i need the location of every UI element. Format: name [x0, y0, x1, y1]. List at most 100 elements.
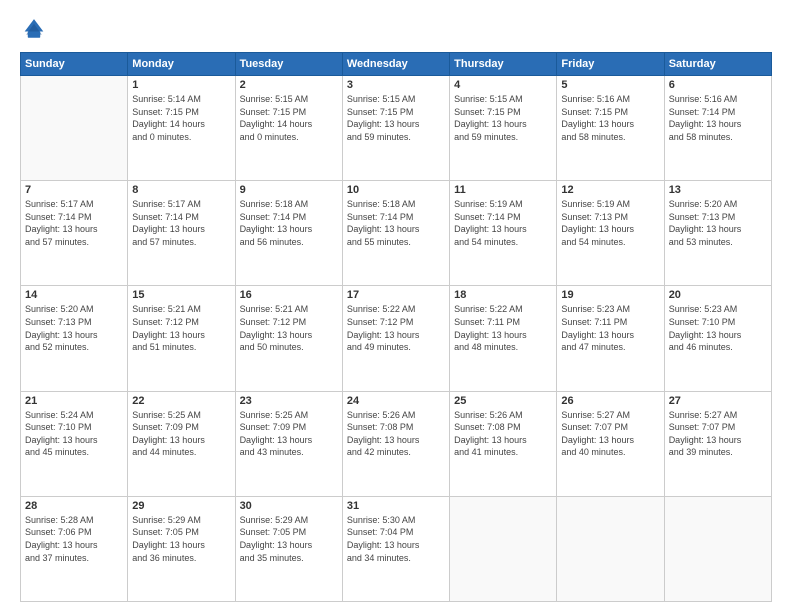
day-cell: 17 Sunrise: 5:22 AM Sunset: 7:12 PM Dayli… — [342, 286, 449, 391]
day-cell: 14 Sunrise: 5:20 AM Sunset: 7:13 PM Dayli… — [21, 286, 128, 391]
day-cell: 1 Sunrise: 5:14 AM Sunset: 7:15 PM Daylig… — [128, 76, 235, 181]
week-row-4: 28 Sunrise: 5:28 AM Sunset: 7:06 PM Dayli… — [21, 496, 772, 601]
day-info: Sunrise: 5:21 AM Sunset: 7:12 PM Dayligh… — [132, 303, 230, 353]
header-cell-thursday: Thursday — [450, 53, 557, 76]
day-info: Sunrise: 5:22 AM Sunset: 7:11 PM Dayligh… — [454, 303, 552, 353]
day-info: Sunrise: 5:25 AM Sunset: 7:09 PM Dayligh… — [240, 409, 338, 459]
day-cell: 19 Sunrise: 5:23 AM Sunset: 7:11 PM Dayli… — [557, 286, 664, 391]
day-number: 7 — [25, 184, 123, 196]
day-number: 21 — [25, 395, 123, 407]
day-info: Sunrise: 5:30 AM Sunset: 7:04 PM Dayligh… — [347, 514, 445, 564]
day-number: 9 — [240, 184, 338, 196]
day-number: 19 — [561, 289, 659, 301]
day-cell: 26Sunrise: 5:27 AM Sunset: 7:07 PM Dayli… — [557, 391, 664, 496]
day-info: Sunrise: 5:23 AM Sunset: 7:11 PM Dayligh… — [561, 303, 659, 353]
header-cell-monday: Monday — [128, 53, 235, 76]
day-info: Sunrise: 5:17 AM Sunset: 7:14 PM Dayligh… — [132, 198, 230, 248]
day-number: 18 — [454, 289, 552, 301]
day-info: Sunrise: 5:26 AM Sunset: 7:08 PM Dayligh… — [454, 409, 552, 459]
day-number: 25 — [454, 395, 552, 407]
day-number: 15 — [132, 289, 230, 301]
day-info: Sunrise: 5:26 AM Sunset: 7:08 PM Dayligh… — [347, 409, 445, 459]
day-cell: 24 Sunrise: 5:26 AM Sunset: 7:08 PM Dayli… — [342, 391, 449, 496]
day-info: Sunrise: 5:17 AM Sunset: 7:14 PM Dayligh… — [25, 198, 123, 248]
day-number: 3 — [347, 79, 445, 91]
day-number: 27 — [669, 395, 767, 407]
day-cell: 29 Sunrise: 5:29 AM Sunset: 7:05 PM Dayli… — [128, 496, 235, 601]
day-info: Sunrise: 5:20 AM Sunset: 7:13 PM Dayligh… — [25, 303, 123, 353]
day-cell: 11 Sunrise: 5:19 AM Sunset: 7:14 PM Dayli… — [450, 181, 557, 286]
day-cell: 28 Sunrise: 5:28 AM Sunset: 7:06 PM Dayli… — [21, 496, 128, 601]
day-cell: 3Sunrise: 5:15 AM Sunset: 7:15 PM Daylig… — [342, 76, 449, 181]
day-cell: 5Sunrise: 5:16 AM Sunset: 7:15 PM Daylig… — [557, 76, 664, 181]
header-cell-friday: Friday — [557, 53, 664, 76]
day-number: 1 — [132, 79, 230, 91]
day-info: Sunrise: 5:19 AM Sunset: 7:14 PM Dayligh… — [454, 198, 552, 248]
day-cell: 10 Sunrise: 5:18 AM Sunset: 7:14 PM Dayli… — [342, 181, 449, 286]
day-cell: 15 Sunrise: 5:21 AM Sunset: 7:12 PM Dayli… — [128, 286, 235, 391]
header-row: SundayMondayTuesdayWednesdayThursdayFrid… — [21, 53, 772, 76]
day-cell — [450, 496, 557, 601]
day-info: Sunrise: 5:20 AM Sunset: 7:13 PM Dayligh… — [669, 198, 767, 248]
day-info: Sunrise: 5:14 AM Sunset: 7:15 PM Dayligh… — [132, 93, 230, 143]
day-number: 2 — [240, 79, 338, 91]
calendar-table: SundayMondayTuesdayWednesdayThursdayFrid… — [20, 52, 772, 602]
day-number: 23 — [240, 395, 338, 407]
day-cell: 7 Sunrise: 5:17 AM Sunset: 7:14 PM Daylig… — [21, 181, 128, 286]
day-cell: 9 Sunrise: 5:18 AM Sunset: 7:14 PM Daylig… — [235, 181, 342, 286]
day-cell: 2Sunrise: 5:15 AM Sunset: 7:15 PM Daylig… — [235, 76, 342, 181]
day-number: 29 — [132, 500, 230, 512]
day-number: 16 — [240, 289, 338, 301]
day-info: Sunrise: 5:29 AM Sunset: 7:05 PM Dayligh… — [240, 514, 338, 564]
day-cell: 18 Sunrise: 5:22 AM Sunset: 7:11 PM Dayli… — [450, 286, 557, 391]
day-info: Sunrise: 5:16 AM Sunset: 7:14 PM Dayligh… — [669, 93, 767, 143]
header-cell-sunday: Sunday — [21, 53, 128, 76]
day-info: Sunrise: 5:15 AM Sunset: 7:15 PM Dayligh… — [454, 93, 552, 143]
day-info: Sunrise: 5:25 AM Sunset: 7:09 PM Dayligh… — [132, 409, 230, 459]
day-info: Sunrise: 5:27 AM Sunset: 7:07 PM Dayligh… — [669, 409, 767, 459]
day-number: 10 — [347, 184, 445, 196]
day-cell — [664, 496, 771, 601]
week-row-2: 14 Sunrise: 5:20 AM Sunset: 7:13 PM Dayli… — [21, 286, 772, 391]
day-number: 28 — [25, 500, 123, 512]
day-number: 26 — [561, 395, 659, 407]
day-cell: 31 Sunrise: 5:30 AM Sunset: 7:04 PM Dayli… — [342, 496, 449, 601]
day-number: 5 — [561, 79, 659, 91]
week-row-1: 7 Sunrise: 5:17 AM Sunset: 7:14 PM Daylig… — [21, 181, 772, 286]
day-number: 11 — [454, 184, 552, 196]
day-number: 4 — [454, 79, 552, 91]
day-info: Sunrise: 5:28 AM Sunset: 7:06 PM Dayligh… — [25, 514, 123, 564]
header-cell-tuesday: Tuesday — [235, 53, 342, 76]
day-number: 20 — [669, 289, 767, 301]
day-number: 24 — [347, 395, 445, 407]
page: SundayMondayTuesdayWednesdayThursdayFrid… — [0, 0, 792, 612]
day-cell: 30 Sunrise: 5:29 AM Sunset: 7:05 PM Dayli… — [235, 496, 342, 601]
day-cell: 21Sunrise: 5:24 AM Sunset: 7:10 PM Dayli… — [21, 391, 128, 496]
day-number: 17 — [347, 289, 445, 301]
day-cell: 6Sunrise: 5:16 AM Sunset: 7:14 PM Daylig… — [664, 76, 771, 181]
day-number: 14 — [25, 289, 123, 301]
day-info: Sunrise: 5:18 AM Sunset: 7:14 PM Dayligh… — [240, 198, 338, 248]
day-cell: 27 Sunrise: 5:27 AM Sunset: 7:07 PM Dayli… — [664, 391, 771, 496]
day-number: 13 — [669, 184, 767, 196]
day-cell: 16 Sunrise: 5:21 AM Sunset: 7:12 PM Dayli… — [235, 286, 342, 391]
week-row-3: 21Sunrise: 5:24 AM Sunset: 7:10 PM Dayli… — [21, 391, 772, 496]
day-info: Sunrise: 5:19 AM Sunset: 7:13 PM Dayligh… — [561, 198, 659, 248]
day-cell: 8Sunrise: 5:17 AM Sunset: 7:14 PM Daylig… — [128, 181, 235, 286]
logo-icon — [20, 16, 48, 44]
day-cell: 25 Sunrise: 5:26 AM Sunset: 7:08 PM Dayli… — [450, 391, 557, 496]
header-cell-saturday: Saturday — [664, 53, 771, 76]
day-number: 31 — [347, 500, 445, 512]
header-cell-wednesday: Wednesday — [342, 53, 449, 76]
day-info: Sunrise: 5:22 AM Sunset: 7:12 PM Dayligh… — [347, 303, 445, 353]
day-number: 12 — [561, 184, 659, 196]
day-cell: 22 Sunrise: 5:25 AM Sunset: 7:09 PM Dayli… — [128, 391, 235, 496]
day-info: Sunrise: 5:18 AM Sunset: 7:14 PM Dayligh… — [347, 198, 445, 248]
day-info: Sunrise: 5:21 AM Sunset: 7:12 PM Dayligh… — [240, 303, 338, 353]
day-info: Sunrise: 5:29 AM Sunset: 7:05 PM Dayligh… — [132, 514, 230, 564]
day-cell: 12 Sunrise: 5:19 AM Sunset: 7:13 PM Dayli… — [557, 181, 664, 286]
day-number: 22 — [132, 395, 230, 407]
week-row-0: 1 Sunrise: 5:14 AM Sunset: 7:15 PM Daylig… — [21, 76, 772, 181]
header — [20, 16, 772, 44]
day-number: 30 — [240, 500, 338, 512]
